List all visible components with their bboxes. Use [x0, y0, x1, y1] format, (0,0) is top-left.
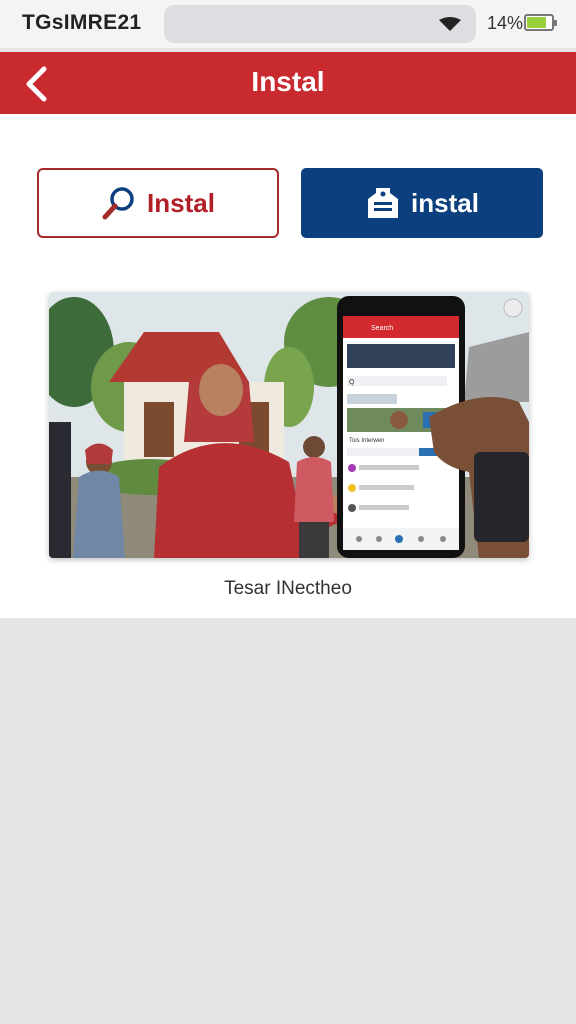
phone-search-label: Q — [349, 379, 355, 386]
status-bar: TGsIMRE21 14% — [0, 0, 576, 48]
phone-section-label: Tois Interwen — [349, 438, 384, 444]
main-content: Instal instal Search Q Tois Interwen Tes… — [0, 114, 576, 618]
app-header: Instal — [0, 52, 576, 114]
photo-caption: Tesar INectheo — [224, 578, 352, 599]
search-install-button[interactable]: Instal — [37, 168, 279, 238]
wifi-icon — [439, 17, 461, 31]
search-icon — [102, 187, 134, 220]
battery-percent: 14% — [487, 13, 524, 33]
battery-fill — [527, 17, 547, 28]
app-install-label: instal — [411, 187, 479, 218]
page-title: Instal — [251, 66, 325, 97]
battery-icon — [524, 14, 557, 31]
promo-photo: Search Q Tois Interwen — [49, 292, 529, 558]
app-install-button[interactable]: instal — [301, 168, 543, 238]
status-pill — [164, 5, 476, 43]
install-tag-icon — [368, 188, 399, 218]
empty-area — [0, 618, 576, 1024]
phone-header-label: Search — [371, 325, 393, 332]
status-time: TGsIMRE21 — [22, 11, 142, 34]
search-install-label: Instal — [147, 187, 215, 218]
